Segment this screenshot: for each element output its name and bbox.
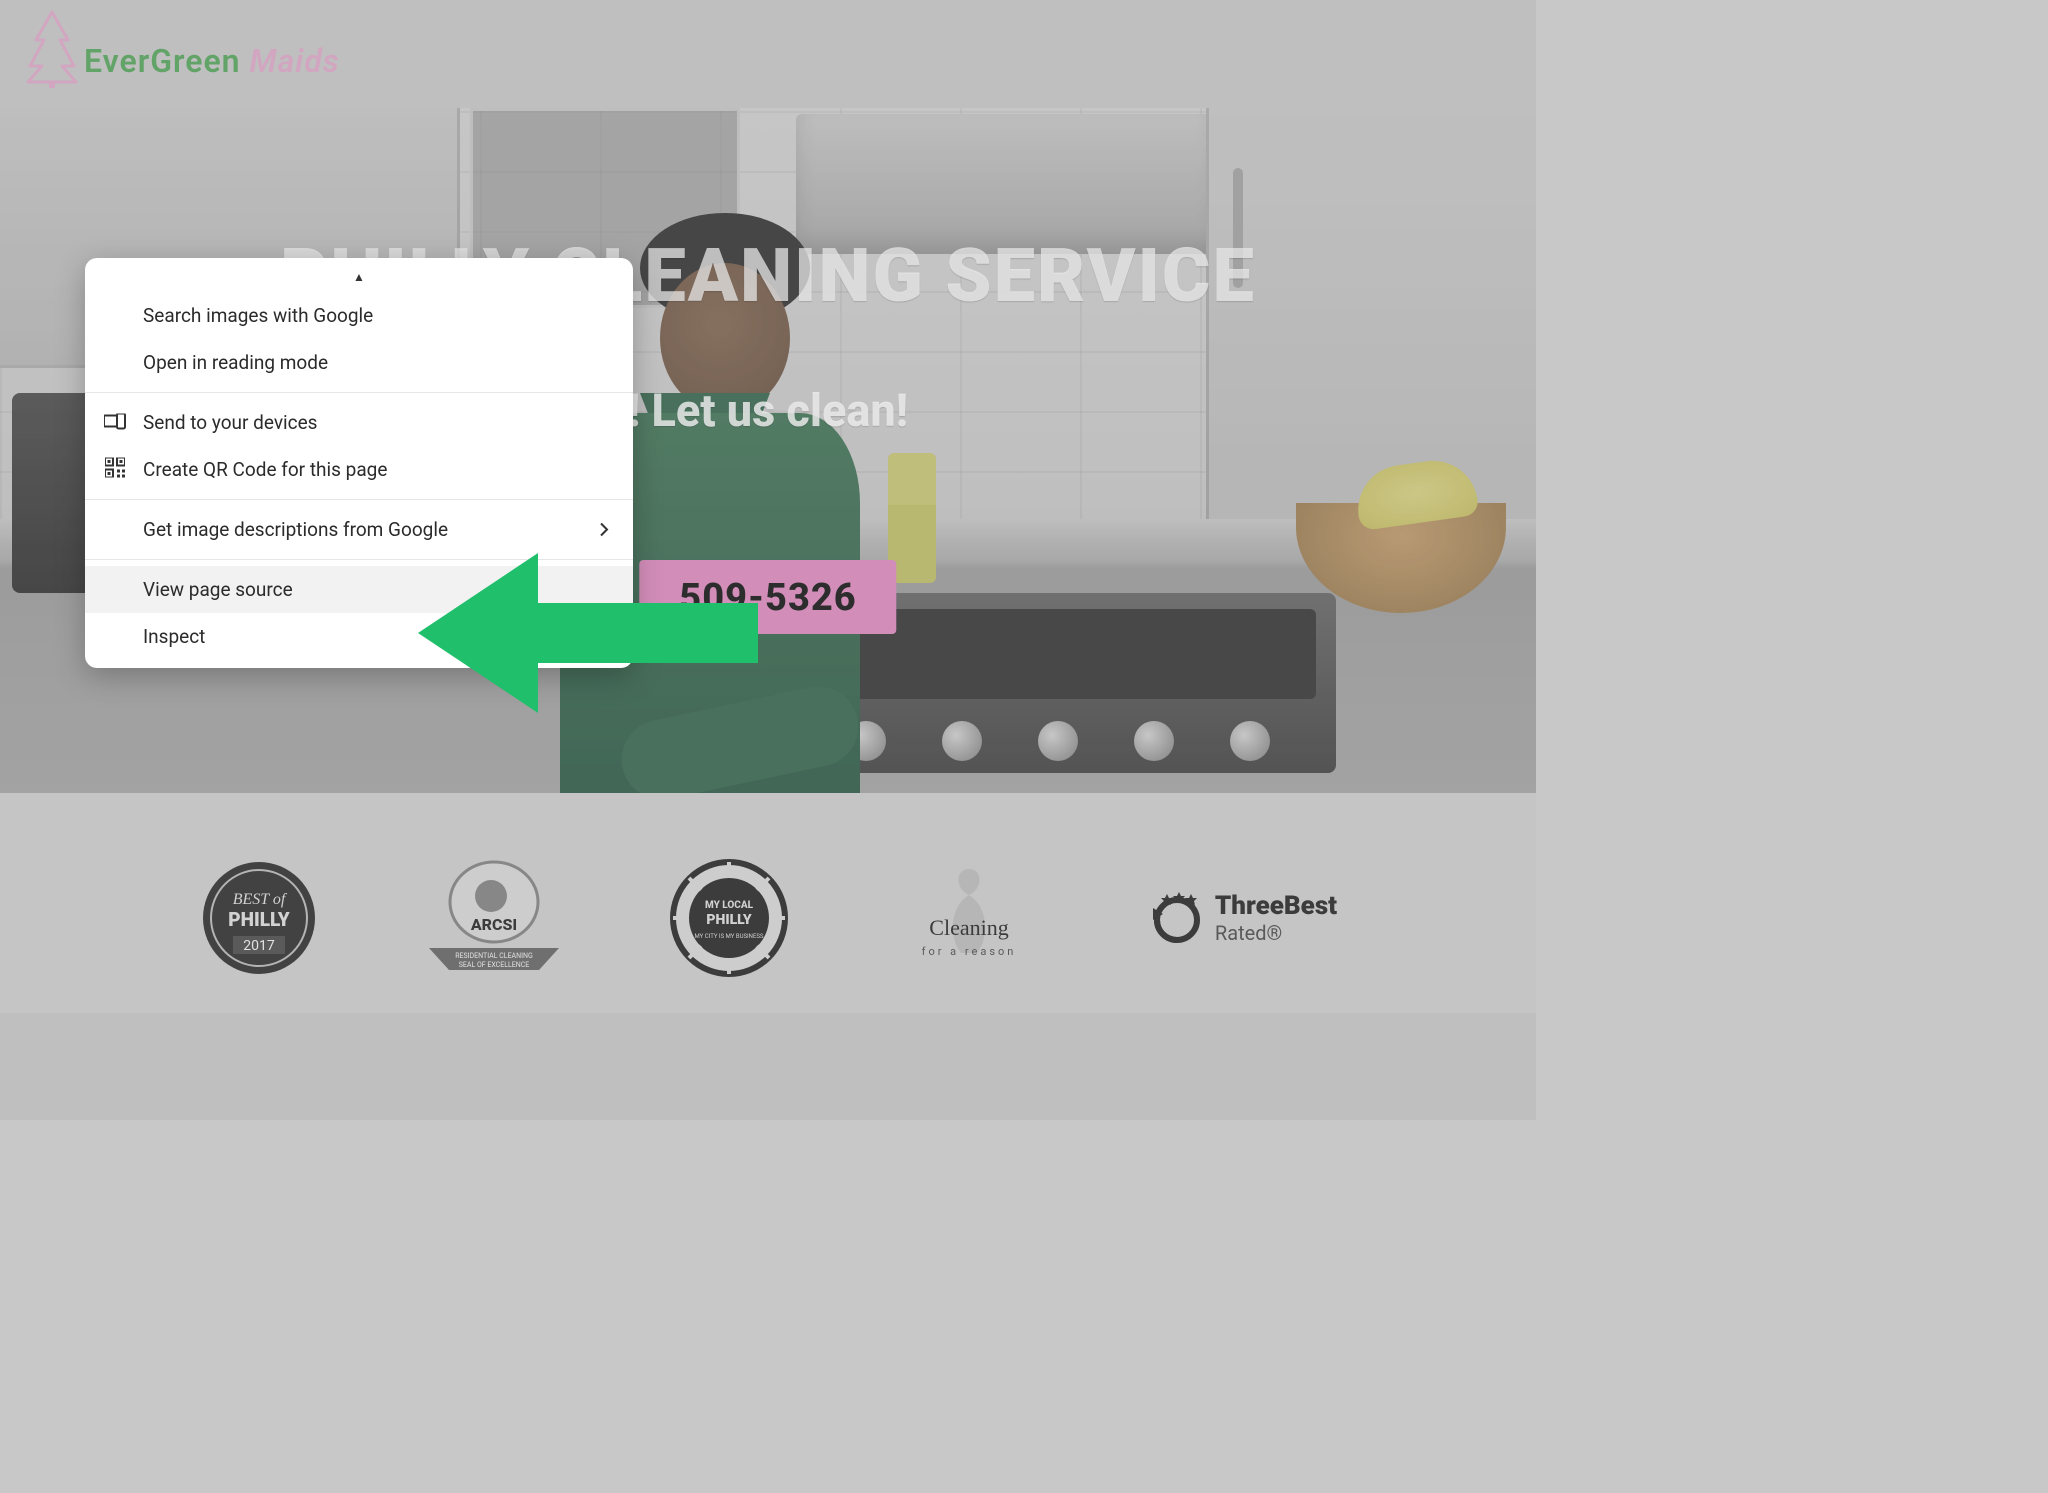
qr-icon [103, 457, 127, 482]
badge-threebest: ThreeBest Rated® [1149, 890, 1337, 946]
phone-cta-button[interactable]: 509-5326 [639, 560, 896, 634]
svg-text:for a reason: for a reason [922, 945, 1017, 958]
svg-text:SEAL OF EXCELLENCE: SEAL OF EXCELLENCE [459, 961, 530, 969]
context-menu-separator [85, 559, 633, 560]
site-header: EverGreen Maids [0, 0, 1536, 108]
badges-row: BEST of PHILLY 2017 ARCSI RESIDENTIAL CL… [0, 793, 1536, 1013]
context-menu-item-qr[interactable]: Create QR Code for this page [85, 446, 633, 493]
context-menu-item-inspect[interactable]: Inspect [85, 613, 633, 660]
context-menu-separator [85, 392, 633, 393]
site-logo[interactable]: EverGreen Maids [24, 10, 340, 88]
context-menu: ▲ Search images with Google Open in read… [85, 258, 633, 668]
tree-icon [24, 10, 80, 88]
context-menu-item-reading-mode[interactable]: Open in reading mode [85, 339, 633, 386]
threebest-line2: Rated® [1215, 921, 1337, 945]
svg-text:RESIDENTIAL CLEANING: RESIDENTIAL CLEANING [455, 952, 533, 960]
svg-text:MY CITY IS MY BUSINESS: MY CITY IS MY BUSINESS [694, 933, 763, 940]
devices-icon [103, 411, 127, 434]
context-menu-scroll-up[interactable]: ▲ [85, 266, 633, 292]
context-menu-separator [85, 499, 633, 500]
badge-cleaning-reason: Cleaning for a reason [899, 863, 1039, 973]
context-menu-item-send-devices[interactable]: Send to your devices [85, 399, 633, 446]
threebest-line1: ThreeBest [1215, 891, 1337, 921]
context-menu-item-search-images[interactable]: Search images with Google [85, 292, 633, 339]
context-menu-item-view-source[interactable]: View page source [85, 566, 633, 613]
svg-text:MY LOCAL: MY LOCAL [705, 900, 754, 911]
badge-local-philly: MY LOCAL PHILLY MY CITY IS MY BUSINESS [669, 858, 789, 978]
svg-text:Cleaning: Cleaning [929, 915, 1008, 940]
badge-arcsi: ARCSI RESIDENTIAL CLEANING SEAL OF EXCEL… [429, 858, 559, 978]
context-menu-item-image-descriptions[interactable]: Get image descriptions from Google [85, 506, 633, 553]
svg-text:PHILLY: PHILLY [706, 912, 751, 928]
logo-text: EverGreen Maids [84, 42, 340, 80]
svg-text:BEST of: BEST of [233, 891, 288, 908]
svg-text:2017: 2017 [243, 938, 275, 954]
badge-best-of-philly: BEST of PHILLY 2017 [199, 858, 319, 978]
svg-text:ARCSI: ARCSI [471, 915, 517, 934]
chevron-right-icon [599, 518, 609, 541]
svg-text:PHILLY: PHILLY [228, 908, 289, 931]
